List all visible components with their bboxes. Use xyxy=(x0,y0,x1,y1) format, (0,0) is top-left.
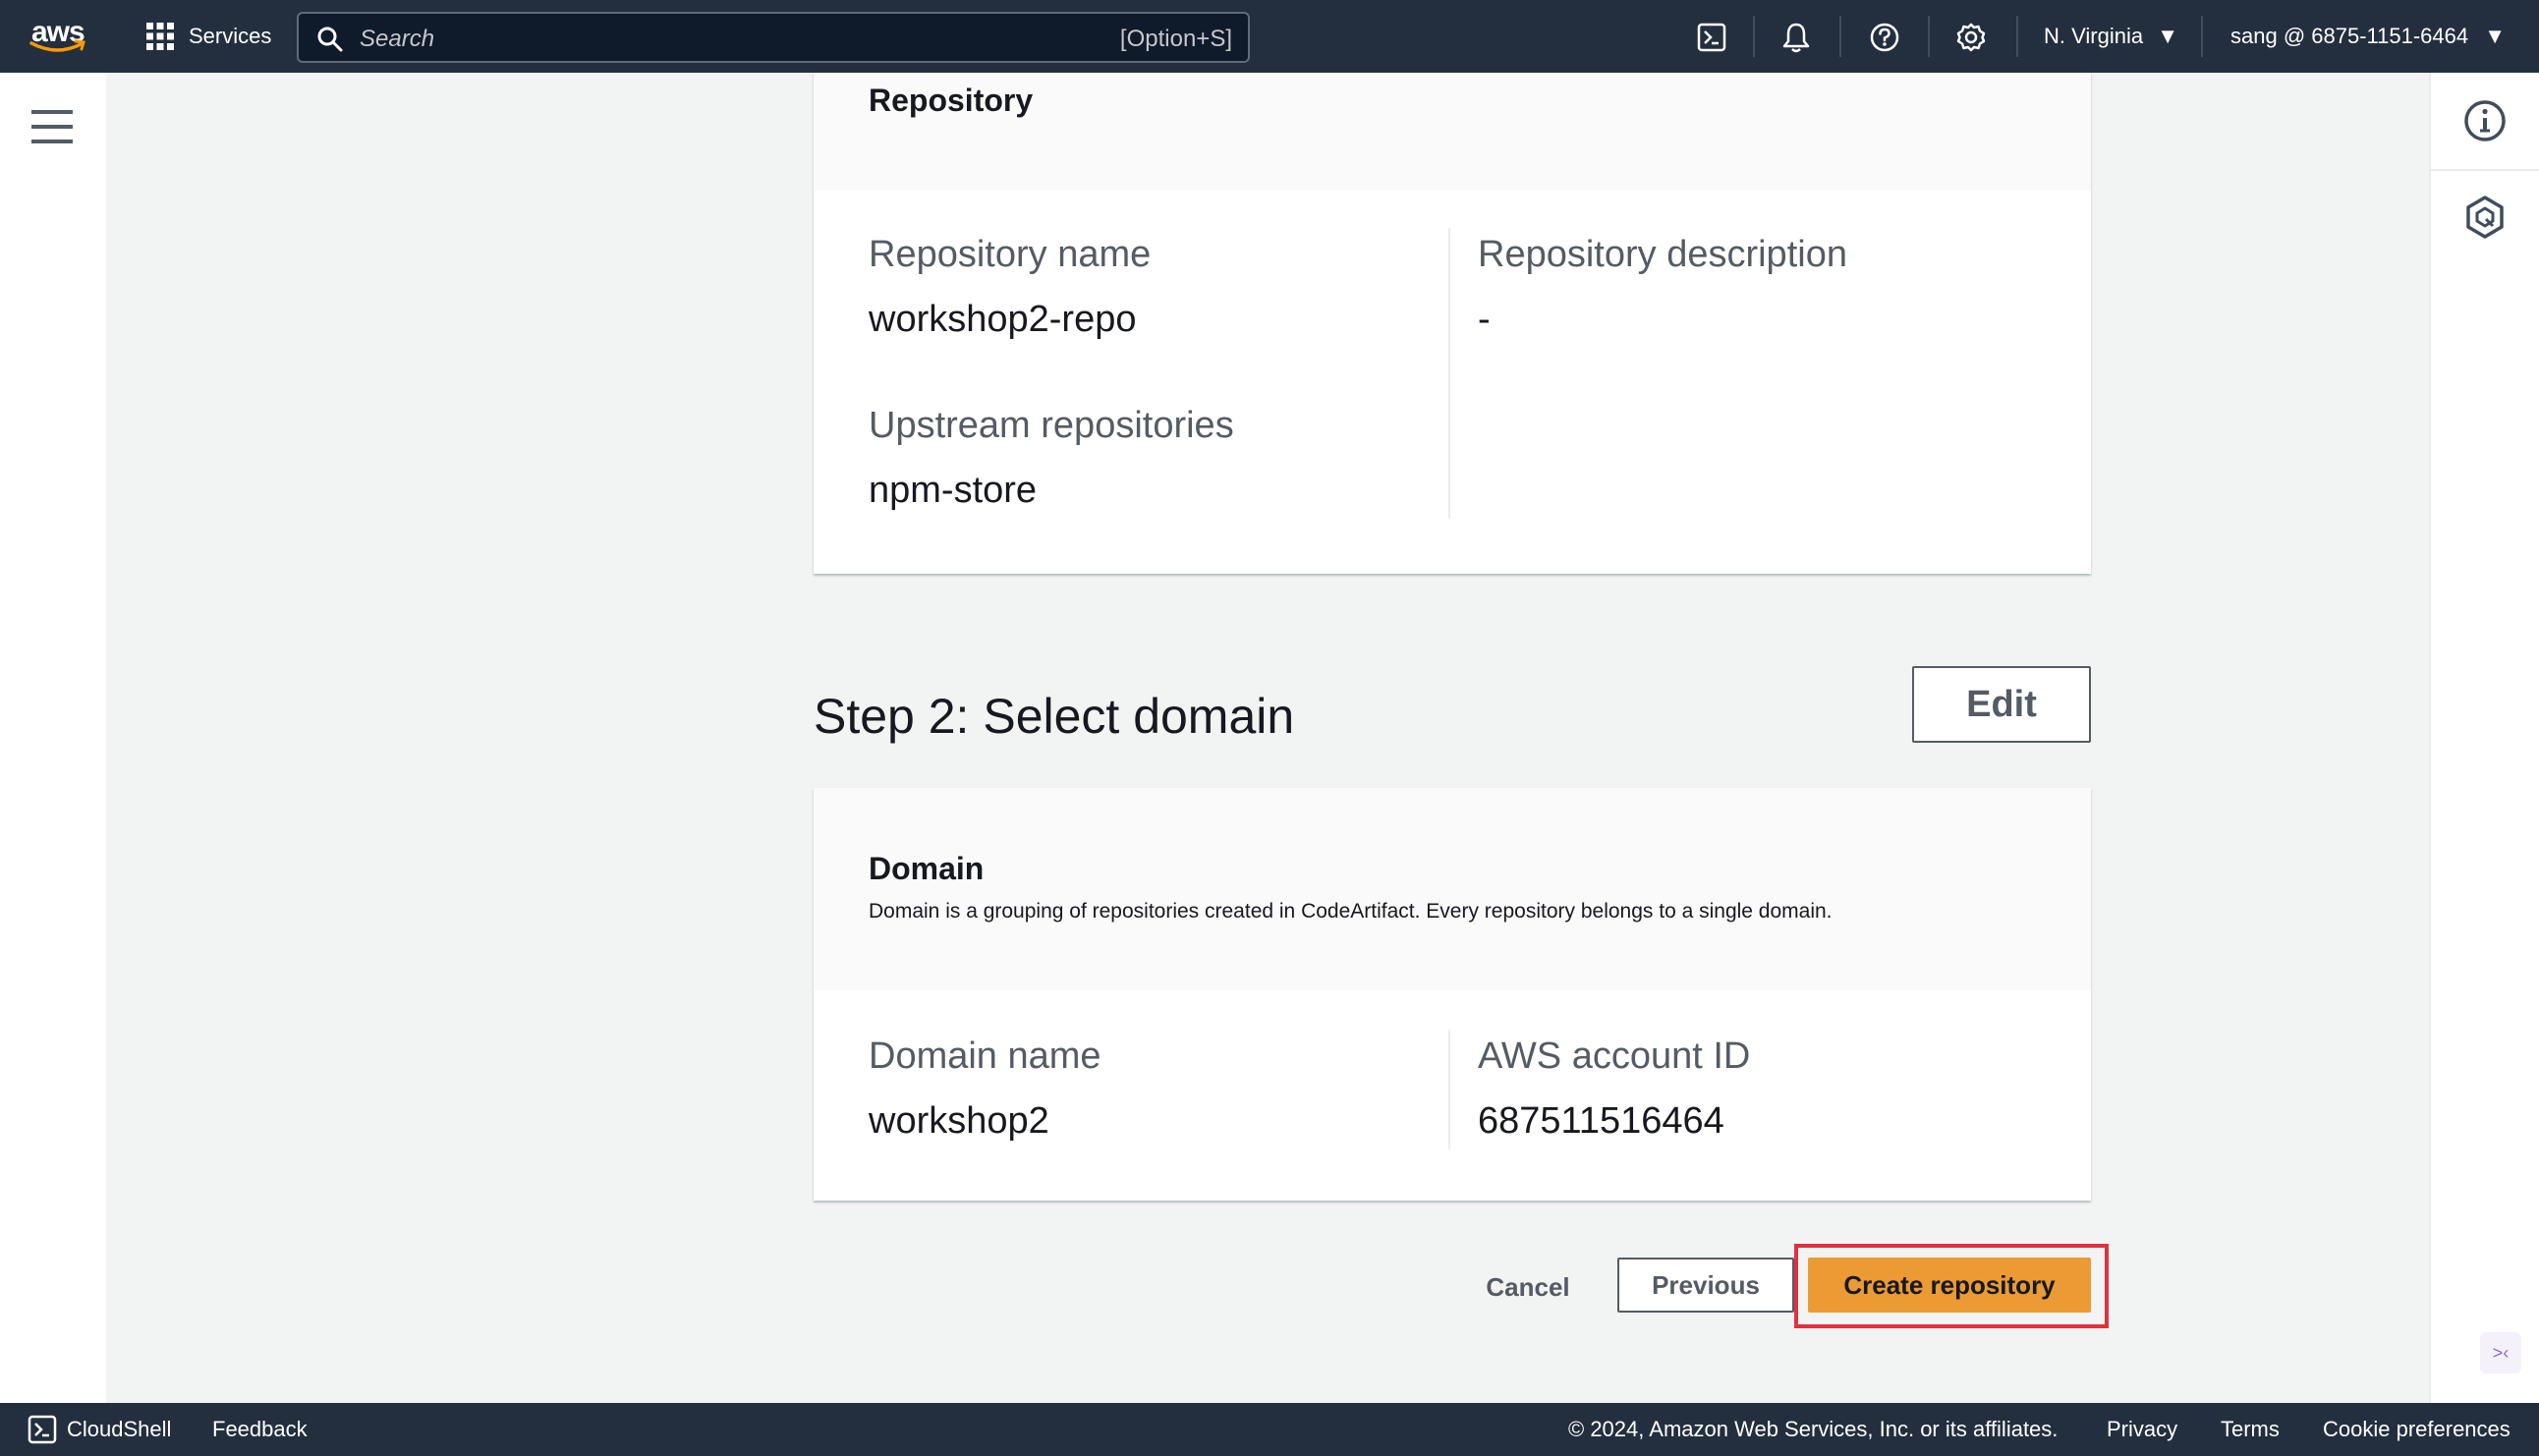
copyright-text: © 2024, Amazon Web Services, Inc. or its… xyxy=(1568,1417,2059,1441)
cookie-preferences-link[interactable]: Cookie preferences xyxy=(2323,1417,2511,1442)
notifications-button[interactable] xyxy=(1778,20,1814,55)
search-shortcut: [Option+S] xyxy=(1119,26,1232,52)
services-label: Services xyxy=(189,24,272,48)
search-icon xyxy=(317,27,343,52)
region-label: N. Virginia xyxy=(2044,24,2144,48)
cloudshell-icon xyxy=(1697,23,1726,52)
privacy-link[interactable]: Privacy xyxy=(2107,1417,2177,1442)
assistant-float-icon[interactable]: >‹ xyxy=(2480,1332,2521,1373)
repository-name-label: Repository name xyxy=(869,234,1152,275)
cloudshell-button[interactable] xyxy=(1694,20,1729,55)
repository-description-value: - xyxy=(1478,299,1491,340)
repository-name-value: workshop2-repo xyxy=(869,299,1137,340)
grid-icon xyxy=(146,23,174,50)
q-assistant-button[interactable] xyxy=(2460,193,2510,242)
help-icon xyxy=(1870,23,1899,52)
search-placeholder: Search xyxy=(360,26,435,52)
menu-icon[interactable] xyxy=(31,110,73,143)
caret-down-icon: ▼ xyxy=(2157,24,2178,48)
side-navigation xyxy=(0,73,106,1403)
rail-separator xyxy=(2431,169,2539,171)
account-menu[interactable]: sang @ 6875-1151-6464 ▼ xyxy=(2230,24,2506,49)
cancel-button[interactable]: Cancel xyxy=(1470,1263,1586,1311)
bell-icon xyxy=(1782,23,1810,53)
repository-card-title: Repository xyxy=(869,83,1034,118)
caret-down-icon: ▼ xyxy=(2484,24,2507,48)
column-divider xyxy=(1448,228,1450,519)
cloudshell-footer-button[interactable]: CloudShell xyxy=(28,1415,171,1444)
settings-icon xyxy=(1956,23,1986,52)
cloudshell-icon xyxy=(28,1415,57,1444)
top-navigation: aws Services Search [Option+S] N. Virgin… xyxy=(0,0,2539,73)
settings-button[interactable] xyxy=(1953,20,1989,55)
region-selector[interactable]: N. Virginia ▼ xyxy=(2044,24,2178,49)
domain-card: Domain Domain name workshop2 AWS account… xyxy=(814,788,2091,1201)
domain-name-label: Domain name xyxy=(869,1036,1101,1077)
account-label: sang @ 6875-1151-6464 xyxy=(2230,24,2469,48)
search-input[interactable]: Search [Option+S] xyxy=(297,12,1250,63)
upstream-repositories-label: Upstream repositories xyxy=(869,405,1234,446)
footer: CloudShell Feedback © 2024, Amazon Web S… xyxy=(0,1403,2539,1456)
info-icon xyxy=(2464,100,2506,141)
domain-card-title: Domain xyxy=(869,851,985,886)
nav-separator xyxy=(2016,16,2018,57)
repository-description-label: Repository description xyxy=(1478,234,1847,275)
aws-logo[interactable]: aws xyxy=(29,16,90,57)
domain-description: Domain is a grouping of repositories cre… xyxy=(869,900,1833,923)
help-button[interactable] xyxy=(1867,20,1902,55)
step2-title: Step 2: Select domain xyxy=(814,689,1295,744)
tools-rail xyxy=(2429,73,2539,1403)
column-divider xyxy=(1448,1030,1450,1149)
domain-name-value: workshop2 xyxy=(869,1100,1049,1142)
services-menu[interactable]: Services xyxy=(145,20,271,53)
nav-separator xyxy=(2201,16,2203,57)
cloudshell-label: CloudShell xyxy=(67,1417,172,1441)
terms-link[interactable]: Terms xyxy=(2221,1417,2280,1442)
info-button[interactable] xyxy=(2460,96,2510,145)
feedback-link[interactable]: Feedback xyxy=(212,1417,308,1442)
upstream-repositories-value: npm-store xyxy=(869,470,1038,511)
nav-separator xyxy=(1928,16,1930,57)
hexagon-q-icon xyxy=(2466,196,2504,239)
domain-card-header xyxy=(814,788,2091,990)
account-id-value: 687511516464 xyxy=(1478,1100,1724,1142)
highlight-box xyxy=(1794,1244,2109,1328)
edit-button[interactable]: Edit xyxy=(1912,666,2091,743)
account-id-label: AWS account ID xyxy=(1478,1036,1751,1077)
aws-smile-icon xyxy=(29,39,85,52)
previous-button[interactable]: Previous xyxy=(1617,1258,1794,1313)
nav-separator xyxy=(1839,16,1841,57)
repository-card: Repository Repository name workshop2-rep… xyxy=(814,73,2091,574)
nav-separator xyxy=(1753,16,1755,57)
